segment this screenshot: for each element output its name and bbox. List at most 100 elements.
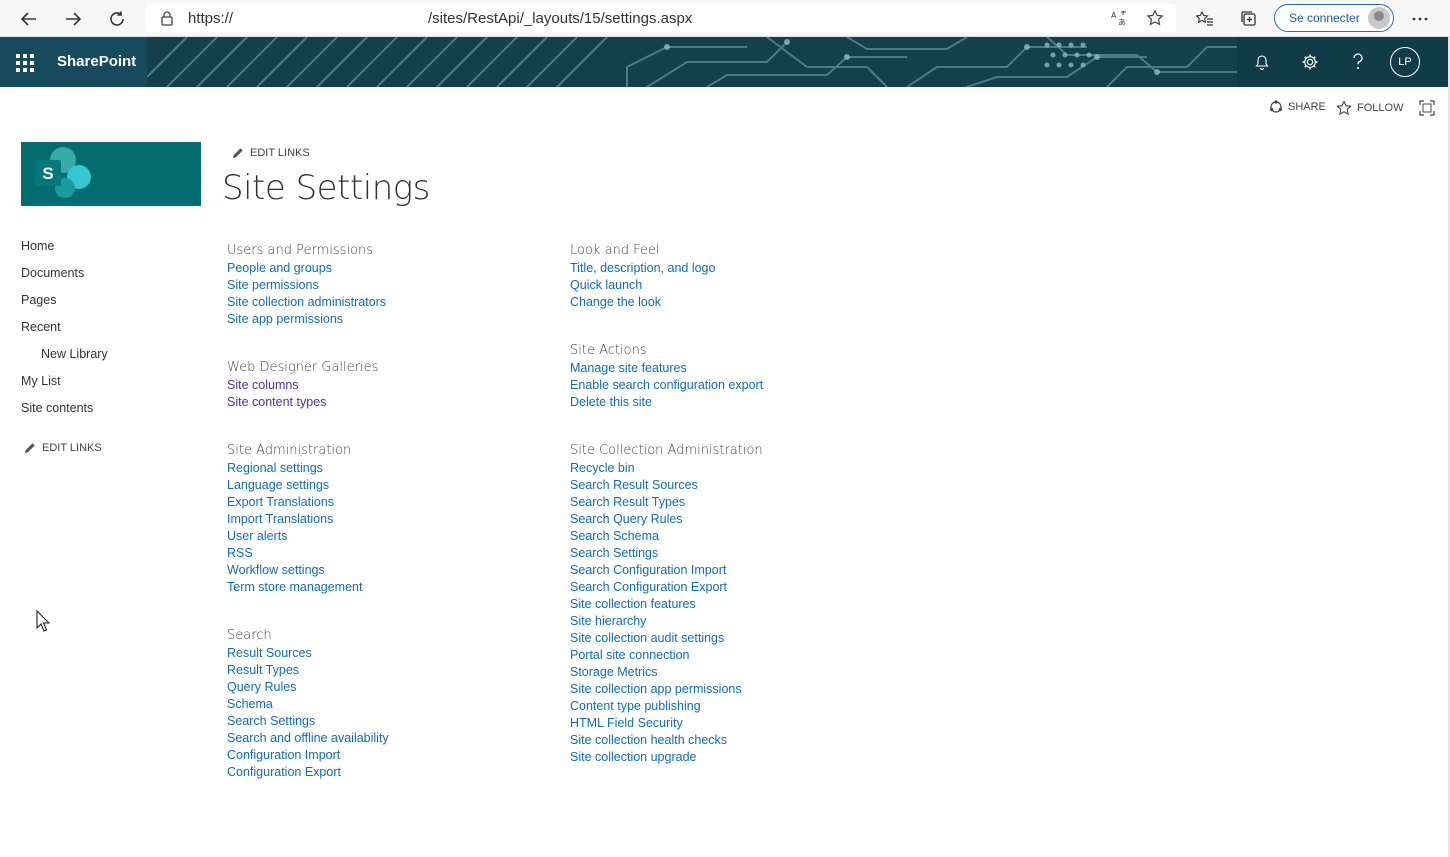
- back-icon[interactable]: [16, 6, 42, 32]
- edit-links-top[interactable]: EDIT LINKS: [232, 147, 310, 159]
- settings-gear-icon[interactable]: [1298, 50, 1322, 74]
- nav-item-home[interactable]: Home: [21, 239, 54, 253]
- group-heading: Users and Permissions: [227, 243, 374, 258]
- link-portal-site-connection[interactable]: Portal site connection: [570, 647, 763, 664]
- link-enable-search-config-export[interactable]: Enable search configuration export: [570, 377, 763, 394]
- browser-toolbar: https:// /sites/RestApi/_layouts/15/sett…: [0, 0, 1450, 37]
- link-export-translations[interactable]: Export Translations: [227, 494, 362, 511]
- link-regional-settings[interactable]: Regional settings: [227, 460, 362, 477]
- link-storage-metrics[interactable]: Storage Metrics: [570, 664, 763, 681]
- lock-icon: [160, 10, 174, 31]
- group-heading: Site Actions: [570, 343, 647, 358]
- link-change-the-look[interactable]: Change the look: [570, 294, 715, 311]
- link-site-collection-audit-settings[interactable]: Site collection audit settings: [570, 630, 763, 647]
- link-search-settings-collection[interactable]: Search Settings: [570, 545, 763, 562]
- favorite-star-icon[interactable]: [1146, 9, 1164, 32]
- link-site-columns[interactable]: Site columns: [227, 377, 378, 394]
- link-configuration-import[interactable]: Configuration Import: [227, 747, 389, 764]
- link-workflow-settings[interactable]: Workflow settings: [227, 562, 362, 579]
- sharepoint-logo-icon: S: [35, 147, 91, 198]
- favorites-icon[interactable]: [1192, 6, 1218, 32]
- link-search-configuration-import[interactable]: Search Configuration Import: [570, 562, 763, 579]
- link-site-collection-health-checks[interactable]: Site collection health checks: [570, 732, 763, 749]
- nav-item-new-library[interactable]: New Library: [41, 347, 108, 361]
- link-site-collection-app-permissions[interactable]: Site collection app permissions: [570, 681, 763, 698]
- refresh-icon[interactable]: [104, 6, 130, 32]
- nav-item-site-contents[interactable]: Site contents: [21, 401, 93, 415]
- svg-text:A: A: [1111, 11, 1117, 20]
- link-user-alerts[interactable]: User alerts: [227, 528, 362, 545]
- sign-in-label: Se connecter: [1289, 11, 1360, 25]
- link-recycle-bin[interactable]: Recycle bin: [570, 460, 763, 477]
- link-result-types[interactable]: Result Types: [227, 662, 389, 679]
- link-term-store-management[interactable]: Term store management: [227, 579, 362, 596]
- page-title: Site Settings: [222, 168, 430, 208]
- share-icon: [1270, 100, 1282, 113]
- user-avatar[interactable]: LP: [1390, 47, 1420, 77]
- link-search-result-types[interactable]: Search Result Types: [570, 494, 763, 511]
- link-site-permissions[interactable]: Site permissions: [227, 277, 386, 294]
- more-options-icon[interactable]: [1407, 6, 1433, 32]
- pencil-icon: [25, 443, 35, 453]
- group-heading: Site Administration: [227, 443, 352, 458]
- sign-in-button[interactable]: Se connecter: [1274, 4, 1394, 32]
- nav-item-pages[interactable]: Pages: [21, 293, 56, 307]
- address-bar[interactable]: https:// /sites/RestApi/_layouts/15/sett…: [146, 4, 1176, 33]
- brand-zone: SharePoint: [0, 37, 147, 87]
- link-content-type-publishing[interactable]: Content type publishing: [570, 698, 763, 715]
- group-site-actions: Site Actions Manage site features Enable…: [570, 341, 763, 411]
- group-site-collection-administration: Site Collection Administration Recycle b…: [570, 441, 763, 766]
- svg-text:S: S: [42, 164, 53, 183]
- link-quick-launch[interactable]: Quick launch: [570, 277, 715, 294]
- link-manage-site-features[interactable]: Manage site features: [570, 360, 763, 377]
- link-search-result-sources[interactable]: Search Result Sources: [570, 477, 763, 494]
- translate-icon[interactable]: Aあ: [1110, 9, 1128, 32]
- link-title-description-logo[interactable]: Title, description, and logo: [570, 260, 715, 277]
- link-search-query-rules[interactable]: Search Query Rules: [570, 511, 763, 528]
- site-logo[interactable]: S: [21, 142, 201, 206]
- follow-button[interactable]: FOLLOW: [1336, 100, 1403, 116]
- link-people-and-groups[interactable]: People and groups: [227, 260, 386, 277]
- app-launcher-icon[interactable]: [16, 54, 34, 72]
- help-icon[interactable]: [1346, 50, 1370, 74]
- link-site-collection-administrators[interactable]: Site collection administrators: [227, 294, 386, 311]
- link-site-hierarchy[interactable]: Site hierarchy: [570, 613, 763, 630]
- edit-links-left[interactable]: EDIT LINKS: [24, 442, 102, 454]
- group-look-and-feel: Look and Feel Title, description, and lo…: [570, 241, 715, 311]
- link-site-content-types[interactable]: Site content types: [227, 394, 378, 411]
- edit-links-label: EDIT LINKS: [42, 442, 102, 454]
- link-language-settings[interactable]: Language settings: [227, 477, 362, 494]
- url-scheme: https://: [188, 10, 234, 27]
- suite-brand[interactable]: SharePoint: [57, 53, 136, 70]
- link-site-collection-features[interactable]: Site collection features: [570, 596, 763, 613]
- link-query-rules[interactable]: Query Rules: [227, 679, 389, 696]
- link-html-field-security[interactable]: HTML Field Security: [570, 715, 763, 732]
- group-heading: Search: [227, 628, 272, 643]
- link-configuration-export[interactable]: Configuration Export: [227, 764, 389, 781]
- link-search-settings[interactable]: Search Settings: [227, 713, 389, 730]
- link-schema[interactable]: Schema: [227, 696, 389, 713]
- nav-item-recent[interactable]: Recent: [21, 320, 61, 334]
- nav-item-my-list[interactable]: My List: [21, 374, 61, 388]
- link-search-schema[interactable]: Search Schema: [570, 528, 763, 545]
- nav-item-documents[interactable]: Documents: [21, 266, 84, 280]
- link-result-sources[interactable]: Result Sources: [227, 645, 389, 662]
- link-search-configuration-export[interactable]: Search Configuration Export: [570, 579, 763, 596]
- link-site-app-permissions[interactable]: Site app permissions: [227, 311, 386, 328]
- link-search-offline-availability[interactable]: Search and offline availability: [227, 730, 389, 747]
- link-site-collection-upgrade[interactable]: Site collection upgrade: [570, 749, 763, 766]
- focus-mode-icon[interactable]: [1419, 100, 1435, 116]
- forward-icon[interactable]: [60, 6, 86, 32]
- link-import-translations[interactable]: Import Translations: [227, 511, 362, 528]
- share-button[interactable]: SHARE: [1269, 100, 1326, 114]
- follow-label: FOLLOW: [1357, 102, 1404, 114]
- follow-star-icon: [1336, 100, 1352, 116]
- group-web-designer-galleries: Web Designer Galleries Site columns Site…: [227, 358, 378, 411]
- suite-bar: SharePoint LP: [0, 37, 1448, 87]
- svg-text:あ: あ: [1118, 18, 1126, 27]
- link-rss[interactable]: RSS: [227, 545, 362, 562]
- mouse-cursor-icon: [36, 610, 50, 632]
- notifications-icon[interactable]: [1250, 50, 1274, 74]
- collections-icon[interactable]: [1236, 6, 1262, 32]
- link-delete-this-site[interactable]: Delete this site: [570, 394, 763, 411]
